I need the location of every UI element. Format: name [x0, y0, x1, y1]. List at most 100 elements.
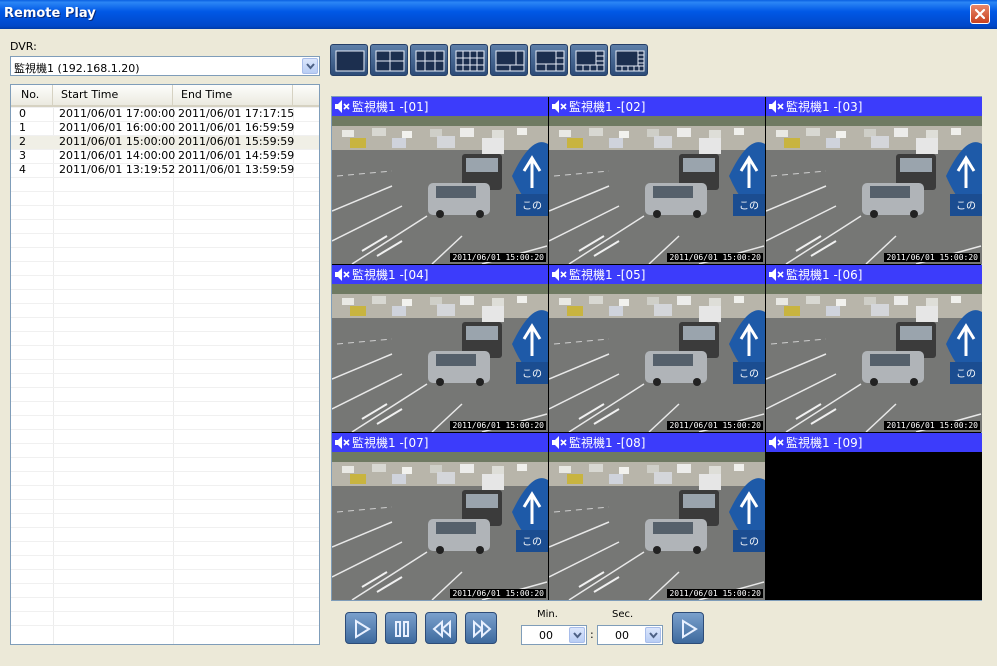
second-select[interactable]: 00 [597, 625, 663, 645]
list-cell-start: 2011/06/01 13:19:52 [59, 163, 176, 176]
camera-video-frame: この [332, 116, 548, 264]
recording-list[interactable]: No. Start Time End Time 0 2011/06/01 17:0… [10, 84, 320, 645]
column-header-end-time[interactable]: End Time [173, 85, 293, 105]
camera-label: 監視機1 -[01] [352, 100, 429, 114]
row-line [11, 121, 319, 122]
second-value: 00 [615, 629, 629, 642]
layout-button-3[interactable] [410, 44, 448, 76]
mute-speaker-icon[interactable] [334, 99, 350, 114]
row-line [11, 289, 319, 290]
camera-timestamp: 2011/06/01 15:00:20 [884, 253, 980, 262]
dvr-dropdown-button[interactable] [302, 58, 318, 74]
layout-1-icon [335, 50, 365, 72]
pause-button[interactable] [385, 612, 417, 644]
camera-label: 監視機1 -[06] [786, 268, 863, 282]
mute-speaker-icon[interactable] [551, 267, 567, 282]
camera-tile[interactable]: 監視機1 -[07] この 2011/06/01 15:00:20 [332, 433, 548, 600]
row-line [11, 303, 319, 304]
column-header-start-time[interactable]: Start Time [53, 85, 173, 105]
close-button[interactable] [970, 4, 990, 24]
camera-label: 監視機1 -[07] [352, 436, 429, 450]
camera-tile[interactable]: 監視機1 -[05] この 2011/06/01 15:00:20 [549, 265, 765, 432]
list-cell-start: 2011/06/01 17:00:00 [59, 107, 176, 120]
layout-4-icon [375, 50, 405, 72]
camera-header: 監視機1 -[08] [549, 433, 765, 452]
dvr-select[interactable]: 監視機1 (192.168.1.20) [10, 56, 320, 76]
layout-button-2[interactable] [370, 44, 408, 76]
svg-text:この: この [739, 369, 759, 380]
row-line [11, 317, 319, 318]
window-title: Remote Play [4, 6, 96, 21]
row-line [11, 625, 319, 626]
list-item[interactable]: 2 2011/06/01 15:00:00 2011/06/01 15:59:59 [11, 135, 319, 149]
list-cell-end: 2011/06/01 17:17:15 [178, 107, 295, 120]
layout-button-8[interactable] [610, 44, 648, 76]
camera-tile[interactable]: 監視機1 -[08] この 2011/06/01 15:00:20 [549, 433, 765, 600]
chevron-down-icon [649, 632, 658, 639]
list-cell-start: 2011/06/01 14:00:00 [59, 149, 176, 162]
second-dropdown-button[interactable] [645, 627, 661, 643]
mute-speaker-icon[interactable] [551, 435, 567, 450]
svg-text:この: この [956, 201, 976, 212]
row-line [11, 611, 319, 612]
mute-speaker-icon[interactable] [334, 267, 350, 282]
time-separator: : [590, 628, 594, 641]
layout-button-1[interactable] [330, 44, 368, 76]
row-line [11, 261, 319, 262]
layout-button-4[interactable] [450, 44, 488, 76]
camera-video-frame: この [549, 452, 765, 600]
minute-select[interactable]: 00 [521, 625, 587, 645]
mute-speaker-icon[interactable] [768, 267, 784, 282]
camera-header: 監視機1 -[05] [549, 265, 765, 284]
rewind-button[interactable] [425, 612, 457, 644]
row-line [11, 415, 319, 416]
row-line [11, 135, 319, 136]
column-header-no[interactable]: No. [11, 85, 53, 105]
camera-tile[interactable]: 監視機1 -[01] この 2011/06/01 15:00:20 [332, 97, 548, 264]
camera-tile[interactable]: 監視機1 -[09] [766, 433, 982, 600]
minute-value: 00 [539, 629, 553, 642]
row-line [11, 331, 319, 332]
svg-text:この: この [522, 537, 542, 548]
row-line [11, 163, 319, 164]
layout-6-icon [415, 50, 445, 72]
mute-speaker-icon[interactable] [768, 435, 784, 450]
camera-tile[interactable]: 監視機1 -[04] この 2011/06/01 15:00:20 [332, 265, 548, 432]
row-line [11, 373, 319, 374]
layout-button-5[interactable] [490, 44, 528, 76]
list-cell-start: 2011/06/01 16:00:00 [59, 121, 176, 134]
play-button[interactable] [345, 612, 377, 644]
camera-tile[interactable]: 監視機1 -[02] この 2011/06/01 15:00:20 [549, 97, 765, 264]
camera-timestamp: 2011/06/01 15:00:20 [450, 421, 546, 430]
row-line [11, 569, 319, 570]
list-item[interactable]: 0 2011/06/01 17:00:00 2011/06/01 17:17:15 [11, 107, 319, 121]
layout-button-7[interactable] [570, 44, 608, 76]
row-line [11, 107, 319, 108]
camera-header: 監視機1 -[06] [766, 265, 982, 284]
camera-timestamp: 2011/06/01 15:00:20 [884, 421, 980, 430]
row-line [11, 583, 319, 584]
row-line [11, 429, 319, 430]
camera-tile[interactable]: 監視機1 -[06] この 2011/06/01 15:00:20 [766, 265, 982, 432]
list-cell-no: 4 [19, 163, 26, 176]
camera-header: 監視機1 -[02] [549, 97, 765, 116]
go-to-time-button[interactable] [672, 612, 704, 644]
list-item[interactable]: 4 2011/06/01 13:19:52 2011/06/01 13:59:59 [11, 163, 319, 177]
row-line [11, 499, 319, 500]
layout-button-6[interactable] [530, 44, 568, 76]
camera-tile[interactable]: 監視機1 -[03] この 2011/06/01 15:00:20 [766, 97, 982, 264]
camera-header: 監視機1 -[07] [332, 433, 548, 452]
mute-speaker-icon[interactable] [334, 435, 350, 450]
layout-8-icon [535, 50, 565, 72]
minute-dropdown-button[interactable] [569, 627, 585, 643]
second-label: Sec. [612, 609, 634, 620]
mute-speaker-icon[interactable] [551, 99, 567, 114]
list-item[interactable]: 1 2011/06/01 16:00:00 2011/06/01 16:59:59 [11, 121, 319, 135]
list-cell-no: 3 [19, 149, 26, 162]
title-bar: Remote Play [0, 0, 997, 29]
fast-forward-button[interactable] [465, 612, 497, 644]
mute-speaker-icon[interactable] [768, 99, 784, 114]
list-item[interactable]: 3 2011/06/01 14:00:00 2011/06/01 14:59:59 [11, 149, 319, 163]
list-cell-end: 2011/06/01 16:59:59 [178, 121, 295, 134]
camera-label: 監視機1 -[05] [569, 268, 646, 282]
